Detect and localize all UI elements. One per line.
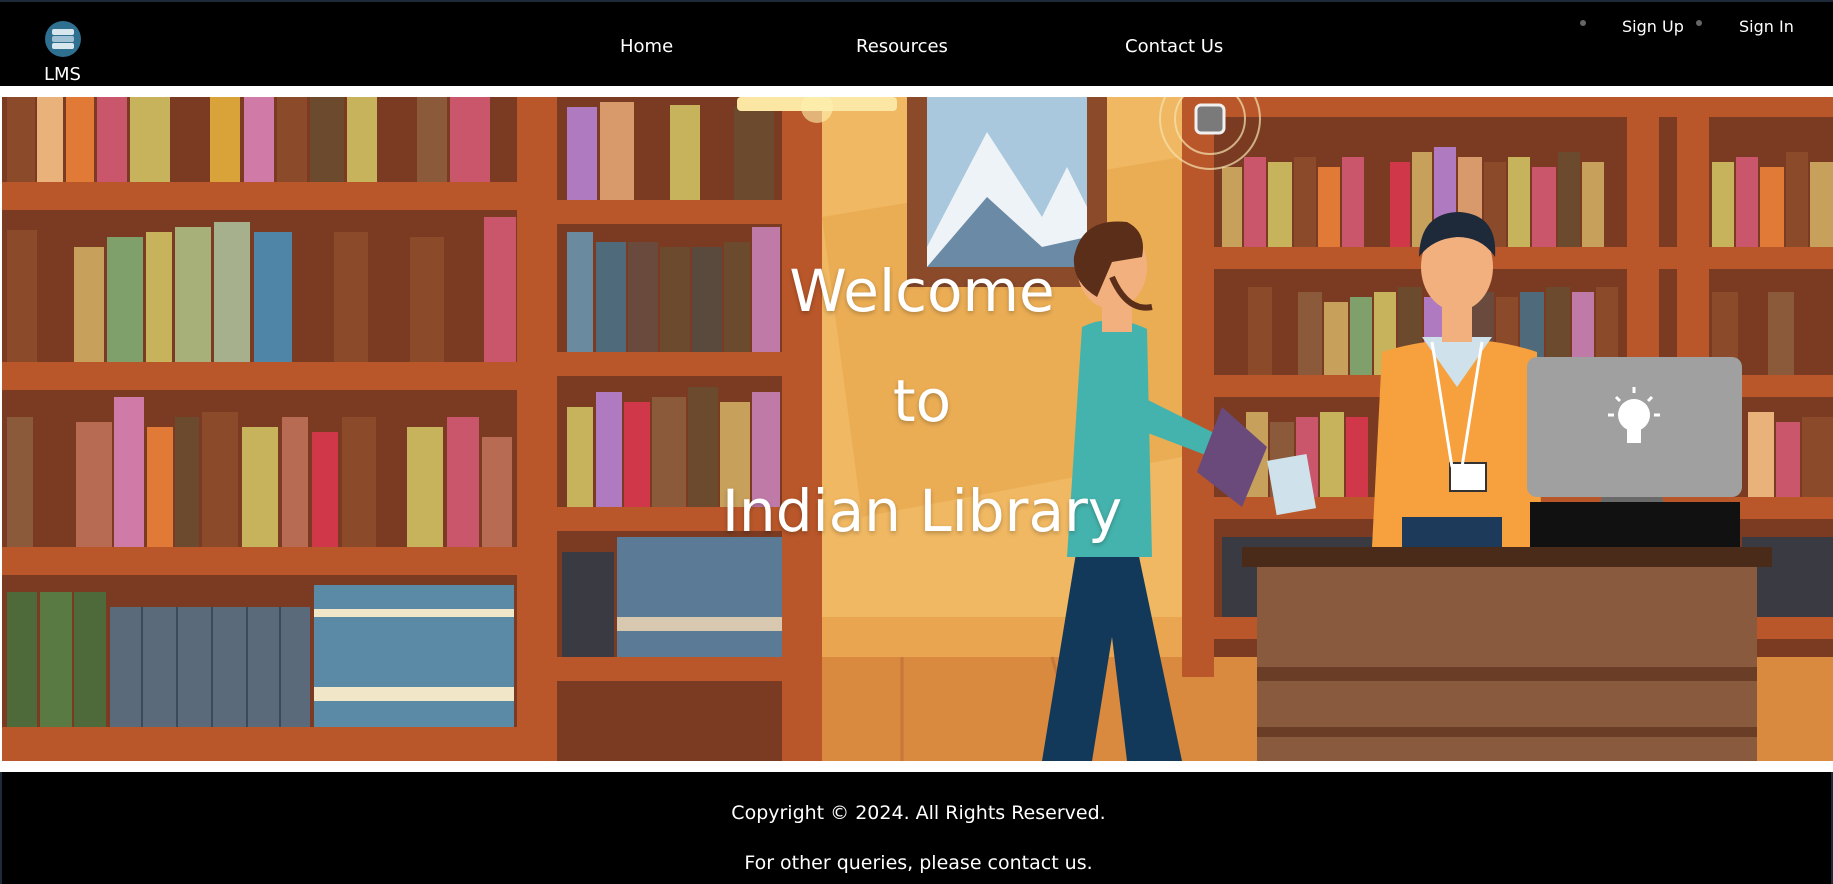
sign-in-link[interactable]: Sign In: [1739, 17, 1794, 36]
nav-home[interactable]: Home: [620, 36, 673, 57]
hero-banner: Welcome to Indian Library: [2, 97, 1833, 761]
footer-copyright: Copyright © 2024. All Rights Reserved.: [731, 802, 1106, 824]
library-logo-icon[interactable]: [44, 20, 84, 58]
bullet-icon: [1580, 20, 1586, 26]
page-footer: Copyright © 2024. All Rights Reserved. F…: [0, 772, 1833, 884]
sign-up-link[interactable]: Sign Up: [1622, 17, 1684, 36]
logo-text: LMS: [44, 64, 81, 85]
nav-contact-us[interactable]: Contact Us: [1125, 36, 1223, 57]
nav-resources[interactable]: Resources: [856, 36, 948, 57]
hero-welcome: Welcome: [789, 257, 1055, 325]
hero-library-name: Indian Library: [721, 477, 1123, 545]
footer-contact: For other queries, please contact us.: [744, 852, 1093, 874]
bullet-icon: [1696, 20, 1702, 26]
hero-to: to: [892, 367, 952, 435]
top-navbar: LMS Home Resources Contact Us Sign Up Si…: [0, 0, 1833, 86]
